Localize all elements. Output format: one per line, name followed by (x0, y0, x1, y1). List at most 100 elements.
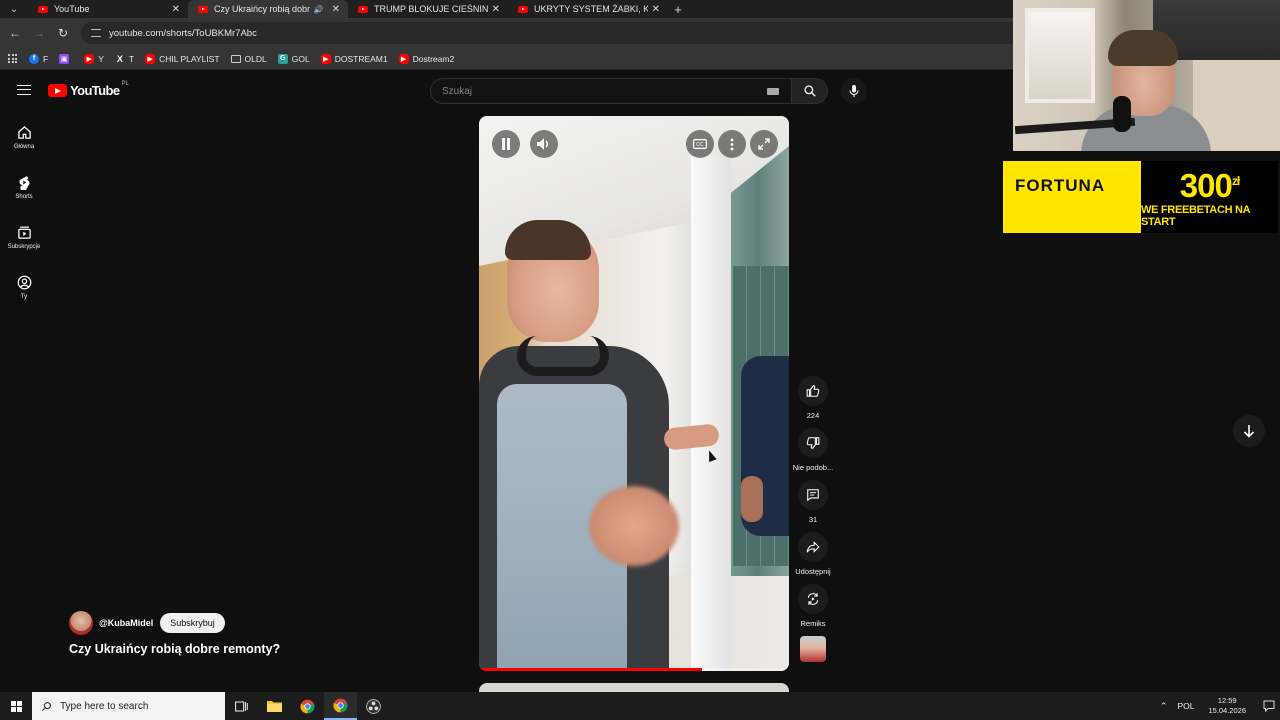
search-input[interactable]: Szukaj (430, 78, 792, 104)
tab-audio-icon[interactable]: 🔊 (314, 5, 324, 14)
close-tab-icon[interactable]: ✕ (492, 4, 500, 15)
share-circle[interactable] (798, 532, 828, 562)
chrome-app-button[interactable] (291, 692, 324, 720)
close-tab-icon[interactable]: ✕ (652, 4, 660, 15)
video-frame-headphones (517, 336, 609, 376)
twitch-icon: ▣ (59, 53, 70, 64)
remix-circle[interactable] (798, 584, 828, 614)
input-language[interactable]: POL (1177, 701, 1194, 711)
tab-title: YouTube (54, 4, 90, 14)
sidebar-item-shorts[interactable]: Shorts (0, 162, 48, 212)
channel-avatar[interactable] (69, 611, 93, 635)
bookmark-facebook[interactable]: f F (29, 53, 48, 64)
sidebar-item-you[interactable]: Ty (0, 262, 48, 312)
comments-circle[interactable] (798, 480, 828, 510)
start-button[interactable] (0, 692, 32, 720)
tab-search-chevron-icon[interactable]: ⌄ (0, 0, 28, 18)
tab-zabka[interactable]: UKRYTY SYSTEM ŻABKI, KTÓRY ✕ (508, 0, 668, 18)
like-circle[interactable] (798, 376, 828, 406)
logo-text: YouTube (70, 83, 120, 98)
bookmark-label: OLDL (244, 53, 267, 64)
thumbs-down-icon (806, 437, 820, 449)
site-info-icon[interactable] (91, 29, 101, 37)
ad-fine-print (1015, 210, 1125, 218)
sidebar-item-label: Subskrypcje (7, 243, 41, 250)
like-button[interactable]: 224 (792, 376, 834, 420)
back-button[interactable]: ← (3, 21, 27, 45)
dislike-button[interactable]: Nie podob... (792, 428, 834, 472)
video-progress-bar[interactable] (479, 668, 789, 671)
bookmark-gol[interactable]: G GOL (277, 53, 310, 64)
tab-current-short[interactable]: Czy Ukraińcy robią dobre r 🔊 ✕ (188, 0, 348, 18)
tab-trump[interactable]: TRUMP BLOKUJE CIEŚNINĘ, ale ✕ (348, 0, 508, 18)
ad-offer-panel: 300zł WE FREEBETACH NA START (1141, 161, 1278, 233)
bookmark-dostream2[interactable]: ▶ Dostream2 (398, 53, 454, 64)
youtube-icon: ▶ (320, 53, 331, 64)
channel-handle[interactable]: @KubaMidel (99, 618, 153, 628)
close-tab-icon[interactable]: ✕ (172, 4, 180, 15)
menu-icon[interactable] (17, 85, 31, 95)
pause-button[interactable] (492, 130, 520, 158)
task-view-button[interactable] (225, 692, 258, 720)
taskbar-search-input[interactable]: Type here to search (32, 692, 225, 720)
captions-button[interactable]: CC (686, 130, 714, 158)
comments-button[interactable]: 31 (792, 480, 834, 524)
folder-icon (267, 701, 282, 712)
tab-youtube[interactable]: YouTube ✕ (28, 0, 188, 18)
channel-avatar-thumbnail[interactable] (800, 636, 826, 662)
chrome-profile-app-button[interactable] (324, 692, 357, 720)
notification-center-button[interactable] (1258, 692, 1280, 720)
youtube-logo[interactable]: YouTube PL (48, 80, 129, 98)
home-icon (17, 125, 31, 139)
sidebar-item-subscriptions[interactable]: Subskrypcje (0, 212, 48, 262)
volume-button[interactable] (530, 130, 558, 158)
show-hidden-icons-icon[interactable]: ⌃ (1160, 701, 1168, 712)
close-tab-icon[interactable]: ✕ (332, 4, 340, 15)
comment-icon (807, 489, 819, 502)
svg-text:CC: CC (696, 142, 704, 148)
guide-sidebar: Główna Shorts Subskrypcje Ty (0, 112, 48, 312)
system-tray: ⌃ POL 12:59 15.04.2026 (1160, 692, 1280, 720)
obs-app-button[interactable] (357, 692, 390, 720)
sidebar-item-home[interactable]: Główna (0, 112, 48, 162)
task-view-icon (235, 701, 248, 712)
bookmark-label: CHIL PLAYLIST (159, 53, 220, 64)
bookmark-twitch[interactable]: ▣ (59, 53, 73, 64)
bookmark-chil-playlist[interactable]: ▶ CHIL PLAYLIST (145, 53, 220, 64)
keyboard-icon[interactable] (767, 88, 779, 95)
taskbar-clock[interactable]: 12:59 15.04.2026 (1208, 696, 1246, 716)
voice-search-button[interactable] (841, 78, 867, 104)
ad-brand-panel: FORTUNA (1003, 161, 1141, 233)
notification-icon (1263, 700, 1275, 712)
fullscreen-button[interactable] (750, 130, 778, 158)
webcam-person-hair (1108, 30, 1178, 66)
short-title[interactable]: Czy Ukraińcy robią dobre remonty? (69, 642, 280, 656)
screen: ⌄ YouTube ✕ Czy Ukraińcy robią dobre r 🔊… (0, 0, 1280, 720)
region-code: PL (121, 80, 129, 87)
remix-button[interactable]: Remiks (792, 584, 834, 628)
apps-grid-icon[interactable] (8, 54, 17, 63)
subscribe-button[interactable]: Subskrybuj (160, 613, 225, 633)
tab-title: Czy Ukraińcy robią dobre r (214, 4, 310, 14)
bookmark-youtube[interactable]: ▶ Y (84, 53, 104, 64)
clock-date: 15.04.2026 (1208, 706, 1246, 715)
new-tab-button[interactable]: + (668, 0, 688, 18)
bookmark-oldl-folder[interactable]: OLDL (230, 53, 267, 64)
bookmark-dostream1[interactable]: ▶ DOSTREAM1 (320, 53, 388, 64)
share-button[interactable]: Udostępnij (792, 532, 834, 576)
youtube-favicon-icon (358, 5, 368, 13)
sidebar-item-label: Ty (20, 293, 28, 300)
forward-button[interactable]: → (27, 21, 51, 45)
next-short-button[interactable] (1233, 415, 1265, 447)
like-count: 224 (806, 411, 820, 420)
search-icon (803, 85, 816, 97)
short-video-player[interactable]: CC (479, 116, 789, 671)
file-explorer-button[interactable] (258, 692, 291, 720)
search-button[interactable] (792, 78, 828, 104)
bookmark-x[interactable]: X T (115, 54, 134, 64)
reload-button[interactable]: ↻ (51, 21, 75, 45)
dislike-circle[interactable] (798, 428, 828, 458)
youtube-icon: ▶ (84, 53, 95, 64)
more-options-button[interactable] (718, 130, 746, 158)
windows-taskbar: Type here to search ⌃ POL 12:59 15.04.20… (0, 692, 1280, 720)
